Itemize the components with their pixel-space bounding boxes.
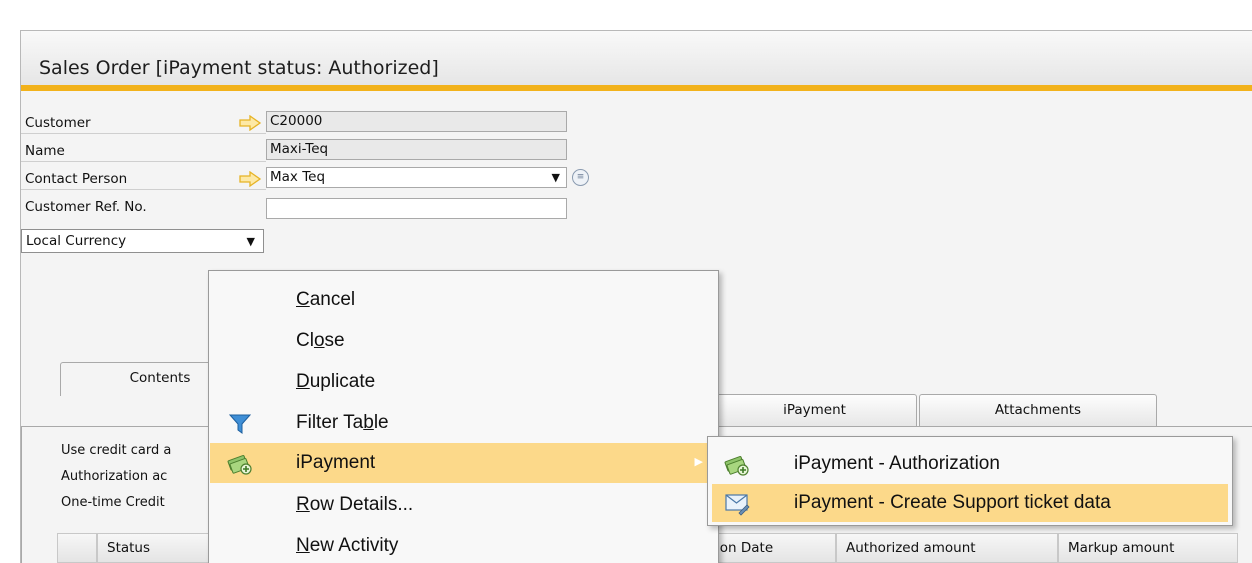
- customer-ref-label: Customer Ref. No.: [25, 199, 147, 215]
- menu-item-ipayment[interactable]: iPayment ▶: [210, 443, 717, 483]
- customer-field[interactable]: C20000: [266, 111, 567, 132]
- menu-item-row-details-label: Row Details...: [296, 494, 414, 515]
- filter-icon: [228, 414, 252, 434]
- menu-item-filter-table-label: Filter Table: [296, 412, 389, 433]
- contact-person-label: Contact Person: [21, 170, 266, 190]
- authorization-action-label: Authorization ac: [61, 469, 168, 484]
- menu-item-cancel[interactable]: Cancel: [210, 280, 717, 320]
- grid-row-header: [57, 533, 97, 563]
- envelope-icon: [725, 494, 750, 516]
- chevron-down-icon: ▼: [551, 171, 560, 184]
- tab-contents-label: Contents: [129, 370, 191, 386]
- currency-value: Local Currency: [26, 233, 127, 249]
- contact-link-arrow-icon[interactable]: [238, 171, 262, 187]
- menu-item-duplicate-label: Duplicate: [296, 371, 376, 392]
- ipayment-icon: [227, 455, 252, 475]
- window-title: Sales Order [iPayment status: Authorized…: [39, 57, 439, 79]
- submenu-arrow-icon: ▶: [694, 456, 703, 468]
- menu-item-cancel-label: Cancel: [296, 289, 356, 310]
- tab-ipayment-label: iPayment: [783, 402, 846, 418]
- tab-ipayment[interactable]: iPayment: [712, 394, 917, 426]
- contact-person-value: Max Teq: [270, 169, 326, 185]
- menu-item-new-activity-label: New Activity: [296, 535, 399, 556]
- menu-item-close-label: Close: [296, 330, 345, 351]
- tab-attachments-label: Attachments: [994, 402, 1082, 418]
- menu-item-filter-table[interactable]: Filter Table: [210, 403, 717, 443]
- one-time-credit-label: One-time Credit: [61, 495, 165, 510]
- ipayment-submenu: iPayment - Authorization iPayment - Crea…: [707, 436, 1233, 526]
- submenu-item-authorization-label: iPayment - Authorization: [794, 453, 1000, 474]
- customer-ref-field[interactable]: [266, 198, 567, 219]
- menu-item-ipayment-label: iPayment: [296, 452, 376, 473]
- submenu-item-authorization[interactable]: iPayment - Authorization: [712, 445, 1228, 483]
- name-label: Name: [21, 142, 266, 162]
- tab-attachments[interactable]: Attachments: [919, 394, 1157, 426]
- customer-label: Customer: [21, 114, 266, 134]
- name-field[interactable]: Maxi-Teq: [266, 139, 567, 160]
- customer-link-arrow-icon[interactable]: [238, 115, 262, 131]
- menu-item-close[interactable]: Close: [210, 321, 717, 361]
- grid-col-date[interactable]: ion Date: [706, 533, 836, 563]
- grid-col-authorized-amount[interactable]: Authorized amount: [836, 533, 1058, 563]
- contact-person-select[interactable]: Max Teq ▼: [266, 167, 567, 188]
- use-credit-card-label: Use credit card a: [61, 443, 172, 458]
- chevron-down-icon: ▼: [246, 235, 255, 248]
- submenu-item-create-support-ticket[interactable]: iPayment - Create Support ticket data: [712, 484, 1228, 522]
- grid-col-markup-amount[interactable]: Markup amount: [1058, 533, 1238, 563]
- menu-item-row-details[interactable]: Row Details...: [210, 485, 717, 525]
- menu-item-duplicate[interactable]: Duplicate: [210, 362, 717, 402]
- submenu-item-create-support-ticket-label: iPayment - Create Support ticket data: [794, 492, 1111, 513]
- list-icon[interactable]: ≡: [572, 169, 589, 186]
- menu-item-new-activity[interactable]: New Activity: [210, 526, 717, 563]
- grid-col-status[interactable]: Status: [97, 533, 212, 563]
- ipayment-icon: [724, 456, 749, 476]
- currency-select[interactable]: Local Currency ▼: [21, 229, 264, 253]
- title-bar[interactable]: Sales Order [iPayment status: Authorized…: [21, 31, 1252, 91]
- context-menu: Cancel Close Duplicate Filter Table iPay…: [208, 270, 719, 563]
